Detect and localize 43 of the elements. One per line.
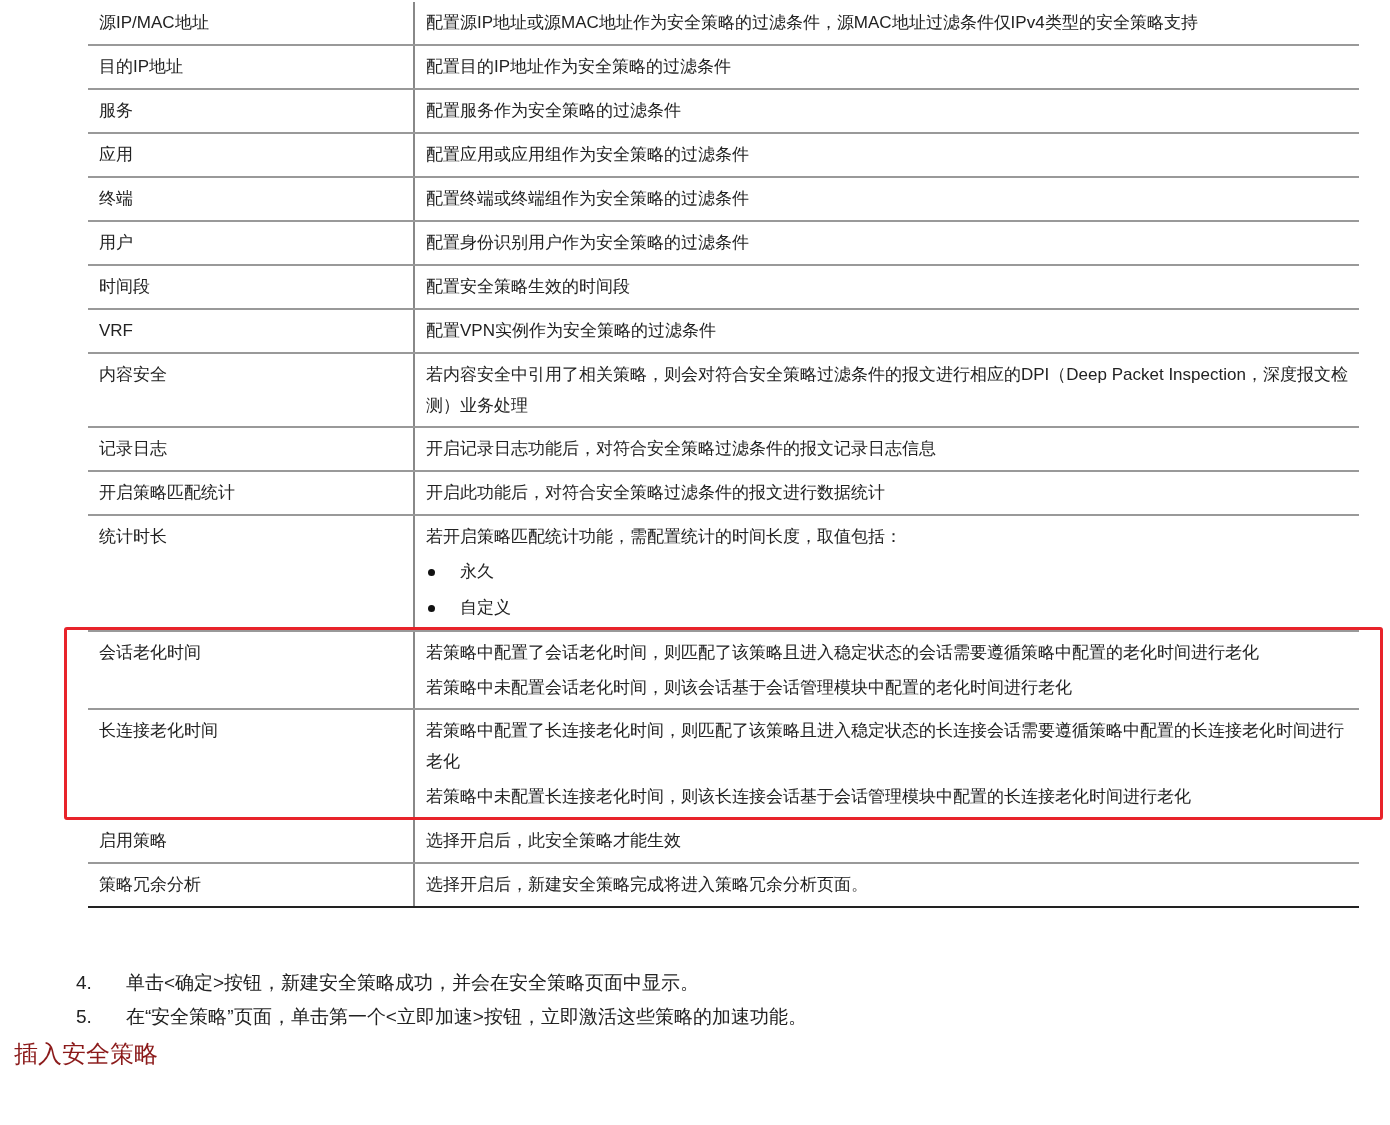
list-item: 永久 [460,561,494,583]
table-cell-text: 配置VPN实例作为安全策略的过滤条件 [426,320,717,342]
table-cell-text: 若内容安全中引用了相关策略，则会对符合安全策略过滤条件的报文进行相应的DPI（Deep Packet Inspection，深度报文检测）业务处理 [426,364,1348,417]
table-cell-text: 若策略中未配置会话老化时间，则该会话基于会话管理模块中配置的老化时间进行老化 [426,677,1073,699]
table-cell: 应用 [99,145,133,164]
step-text: 单击<确定>按钮，新建安全策略成功，并会在安全策略页面中显示。 [126,971,700,995]
list-item: 自定义 [460,597,511,619]
step-text: 在“安全策略”页面，单击第一个<立即加速>按钮，立即激活这些策略的加速功能。 [126,1005,807,1029]
table-cell: 时间段 [99,277,150,296]
bullet-icon [428,604,435,612]
table-cell: 策略冗余分析 [99,875,201,894]
table-cell-text: 若策略中未配置长连接老化时间，则该长连接会话基于会话管理模块中配置的长连接老化时间进行老化 [426,786,1192,808]
table-cell-text: 开启此功能后，对符合安全策略过滤条件的报文进行数据统计 [426,482,886,504]
table-cell-text: 配置服务作为安全策略的过滤条件 [426,100,682,122]
table-cell: 启用策略 [99,831,167,850]
table-cell-text: 配置安全策略生效的时间段 [426,276,631,298]
bullet-icon [428,568,435,576]
step-number: 5. [76,1005,93,1029]
table-cell-text: 若策略中配置了会话老化时间，则匹配了该策略且进入稳定状态的会话需要遵循策略中配置的老化时间进行老化 [426,642,1260,664]
table-cell: 用户 [99,233,133,252]
table-cell-text: 若策略中配置了长连接老化时间，则匹配了该策略且进入稳定状态的长连接会话需要遵循策略中配置的长连接老化时间进行老化 [426,720,1345,773]
table-cell-text: 配置身份识别用户作为安全策略的过滤条件 [426,232,750,254]
table-cell: VRF [99,321,133,340]
table-cell-text: 选择开启后，新建安全策略完成将进入策略冗余分析页面。 [426,874,869,896]
table-cell-text: 配置目的IP地址作为安全策略的过滤条件 [426,56,733,78]
table-cell-text: 配置终端或终端组作为安全策略的过滤条件 [426,188,750,210]
table-cell-text: 配置应用或应用组作为安全策略的过滤条件 [426,144,750,166]
table-cell: 长连接老化时间 [99,721,218,740]
table-cell-text: 若开启策略匹配统计功能，需配置统计的时间长度，取值包括： [426,526,903,548]
table-cell: 统计时长 [99,527,167,546]
table-cell: 开启策略匹配统计 [99,483,235,502]
table-cell-text: 开启记录日志功能后，对符合安全策略过滤条件的报文记录日志信息 [426,438,937,460]
table-cell: 会话老化时间 [99,643,201,662]
table-cell-text: 配置源IP地址或源MAC地址作为安全策略的过滤条件，源MAC地址过滤条件仅IPv4类型的安全策略支持 [426,12,1199,34]
table-cell: 源IP/MAC地址 [99,13,209,32]
section-heading: 插入安全策略 [14,1040,158,1067]
table-cell: 终端 [99,189,133,208]
table-cell: 服务 [99,101,133,120]
table-cell: 目的IP地址 [99,57,184,76]
step-number: 4. [76,971,93,995]
table-cell-text: 选择开启后，此安全策略才能生效 [426,830,682,852]
table-cell: 内容安全 [99,365,167,384]
table-cell: 记录日志 [99,439,167,458]
